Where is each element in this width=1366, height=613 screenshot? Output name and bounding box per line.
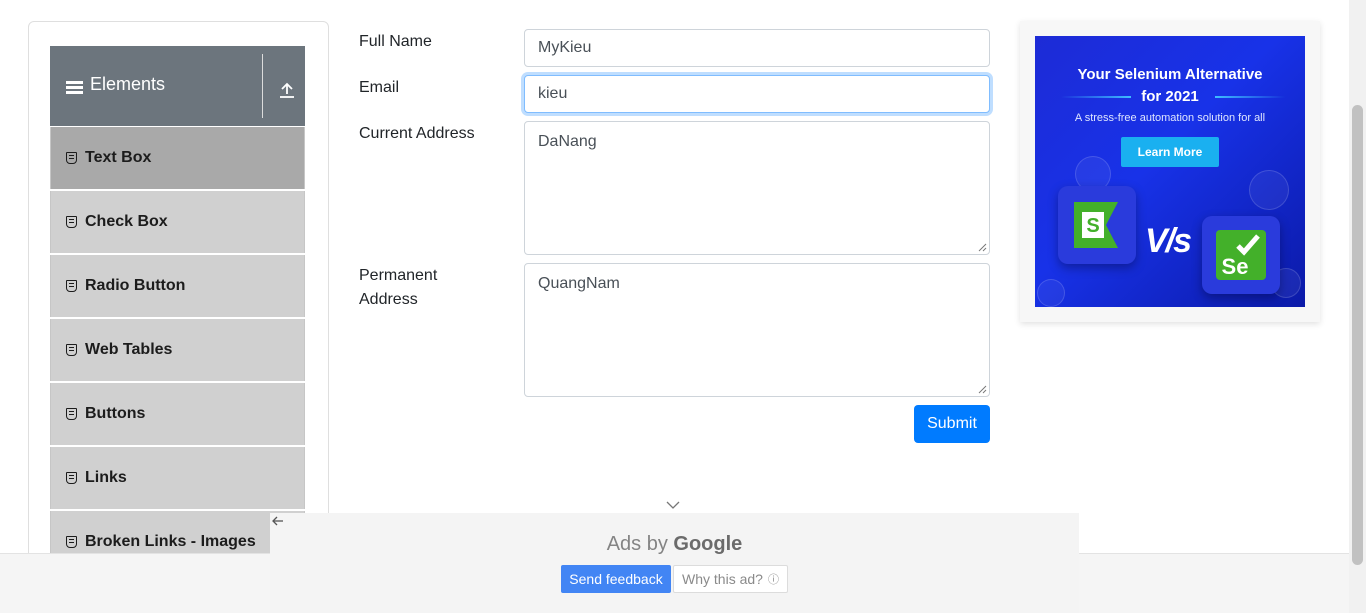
full-name-input[interactable]: MyKieu <box>524 29 990 67</box>
learn-more-button[interactable]: Learn More <box>1121 137 1219 167</box>
why-this-ad-button[interactable]: Why this ad? ⓘ <box>673 565 788 593</box>
ads-by-text: Ads by <box>606 533 668 555</box>
html5-icon <box>66 152 77 164</box>
full-name-value: MyKieu <box>538 39 592 56</box>
email-value: kieu <box>538 85 568 102</box>
current-address-textarea[interactable]: DaNang <box>524 121 990 255</box>
google-wordmark: Google <box>673 533 743 555</box>
ads-by-google: Ads by Google <box>270 533 1079 556</box>
ad-subtext: A stress-free automation solution for al… <box>1074 112 1266 124</box>
page: Elements Text Box Check Box Radio Button… <box>0 0 1366 613</box>
permanent-address-textarea[interactable]: QuangNam <box>524 263 990 397</box>
sidebar-item-text-box[interactable]: Text Box <box>50 127 305 189</box>
sidebar-item-label: Check Box <box>85 213 168 230</box>
ad-decor-line-left <box>1061 96 1131 98</box>
sidebar-item-label: Web Tables <box>85 341 173 358</box>
ad-headline-line1: Your Selenium Alternative <box>1077 66 1263 83</box>
html5-icon <box>66 216 77 228</box>
current-address-value: DaNang <box>538 133 597 150</box>
submit-button[interactable]: Submit <box>914 405 990 443</box>
html5-icon <box>66 472 77 484</box>
scrollbar-thumb[interactable] <box>1352 105 1363 565</box>
versus-text: V/s <box>1145 222 1192 260</box>
sidebar-item-buttons[interactable]: Buttons <box>50 383 305 445</box>
html5-icon <box>66 280 77 292</box>
permanent-address-label: Permanent Address <box>359 264 437 312</box>
sidebar-item-check-box[interactable]: Check Box <box>50 191 305 253</box>
full-name-label: Full Name <box>359 33 432 50</box>
google-ad-panel <box>270 513 1079 613</box>
send-feedback-button[interactable]: Send feedback <box>561 565 671 593</box>
why-this-ad-label: Why this ad? <box>682 571 763 587</box>
resize-grip-icon[interactable] <box>978 385 987 394</box>
sidebar-item-web-tables[interactable]: Web Tables <box>50 319 305 381</box>
current-address-label: Current Address <box>359 125 475 142</box>
group-title: Elements <box>90 74 166 94</box>
browser-icon <box>1037 279 1065 307</box>
back-arrow-icon[interactable] <box>271 514 285 528</box>
sidebar-item-label: Broken Links - Images <box>85 533 256 550</box>
sidebar-item-links[interactable]: Links <box>50 447 305 509</box>
selenium-logo-icon: Se <box>1202 216 1280 294</box>
email-input[interactable]: kieu <box>524 75 990 113</box>
svg-text:Se: Se <box>1222 254 1249 279</box>
permanent-address-label-line2: Address <box>359 291 418 308</box>
chevron-down-icon[interactable] <box>666 500 680 510</box>
sidebar-item-radio-button[interactable]: Radio Button <box>50 255 305 317</box>
resize-grip-icon[interactable] <box>978 243 987 252</box>
sidebar-item-label: Radio Button <box>85 277 186 294</box>
code-icon <box>1249 170 1289 210</box>
sauce-logo-icon: S <box>1058 186 1136 264</box>
info-icon: ⓘ <box>767 574 779 586</box>
sidebar-item-label: Text Box <box>85 149 152 166</box>
permanent-address-value: QuangNam <box>538 275 620 292</box>
ad-headline: Your Selenium Alternative for 2021 <box>1035 64 1305 108</box>
html5-icon <box>66 344 77 356</box>
permanent-address-label-line1: Permanent <box>359 267 438 284</box>
html5-icon <box>66 408 77 420</box>
svg-text:S: S <box>1086 215 1099 237</box>
sidebar-item-label: Links <box>85 469 127 486</box>
elements-group-header[interactable]: Elements <box>50 46 305 126</box>
ad-decor-line-right <box>1215 96 1285 98</box>
html5-icon <box>66 536 77 548</box>
email-label: Email <box>359 79 400 96</box>
upload-icon[interactable] <box>277 80 297 100</box>
header-divider <box>262 54 263 118</box>
sidebar-item-label: Buttons <box>85 405 146 422</box>
hamburger-icon <box>66 81 84 95</box>
selenium-alternative-ad[interactable]: Your Selenium Alternative for 2021 A str… <box>1035 36 1305 307</box>
